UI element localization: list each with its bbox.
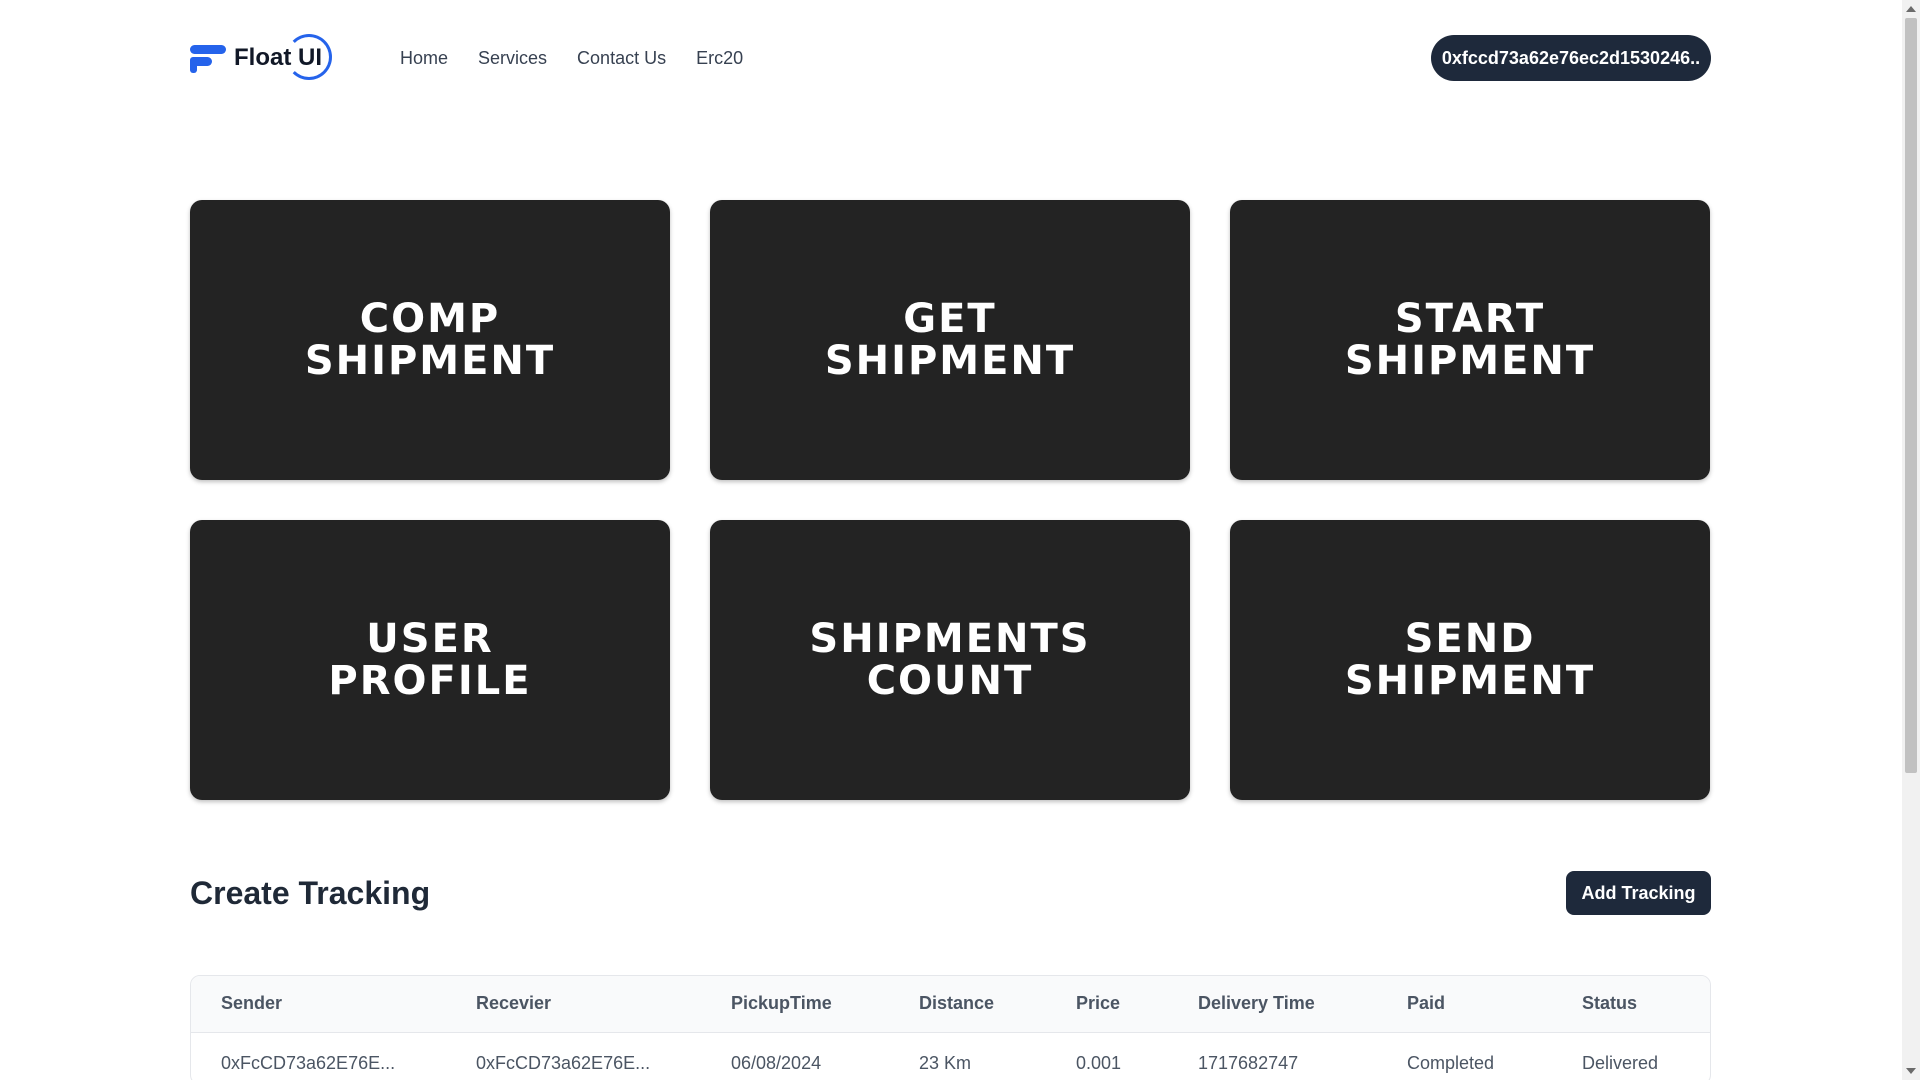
page: Float UI Home Services Contact Us Erc20 …	[0, 0, 1920, 1080]
arrow-down-icon[interactable]	[1906, 1068, 1916, 1074]
vertical-scrollbar[interactable]	[1902, 0, 1920, 1080]
card-title: COMP SHIPMENT	[304, 296, 556, 384]
start-shipment-card[interactable]: START SHIPMENT	[1230, 200, 1710, 480]
column-header: Recevier	[476, 993, 552, 1014]
nav-services-link[interactable]: Services	[478, 48, 547, 69]
get-shipment-card[interactable]: GET SHIPMENT	[710, 200, 1190, 480]
card-title: USER PROFILE	[328, 616, 532, 704]
tracking-header: Create Tracking Add Tracking	[190, 870, 1711, 916]
service-cards: COMP SHIPMENT GET SHIPMENT START SHIPMEN…	[190, 200, 1711, 800]
card-title: START SHIPMENT	[1344, 296, 1596, 384]
column-header: Distance	[919, 993, 995, 1014]
table-header-row: Sender Recevier PickupTime Distance Pric…	[191, 976, 1710, 1032]
cell-status: Delivered	[1582, 1052, 1659, 1073]
card-title: SEND SHIPMENT	[1344, 616, 1596, 704]
cell-receiver: 0xFcCD73a62E76E...	[476, 1052, 651, 1073]
comp-shipment-card[interactable]: COMP SHIPMENT	[190, 200, 670, 480]
column-header: Status	[1582, 993, 1638, 1014]
cell-delivery-time: 1717682747	[1198, 1052, 1299, 1073]
top-navbar: Float UI Home Services Contact Us Erc20 …	[190, 34, 1711, 81]
shipments-count-card[interactable]: SHIPMENTS COUNT	[710, 520, 1190, 800]
column-header: Paid	[1407, 993, 1446, 1014]
main-nav: Home Services Contact Us Erc20	[400, 48, 743, 69]
add-tracking-button[interactable]: Add Tracking	[1566, 871, 1711, 915]
arrow-up-icon[interactable]	[1906, 6, 1916, 12]
cell-price: 0.001	[1076, 1052, 1122, 1073]
wallet-address-button[interactable]: 0xfccd73a62e76ec2d1530246..	[1431, 35, 1711, 81]
cell-distance: 23 Km	[919, 1052, 972, 1073]
nav-home-link[interactable]: Home	[400, 48, 448, 69]
nav-contact-link[interactable]: Contact Us	[577, 48, 666, 69]
card-title: SHIPMENTS COUNT	[809, 616, 1091, 704]
nav-erc20-link[interactable]: Erc20	[696, 48, 743, 69]
float-ui-logo-icon	[190, 43, 226, 73]
table-row[interactable]: 0xFcCD73a62E76E... 0xFcCD73a62E76E... 06…	[191, 1032, 1710, 1080]
column-header: Price	[1076, 993, 1121, 1014]
cell-paid: Completed	[1407, 1052, 1495, 1073]
column-header: PickupTime	[731, 993, 832, 1014]
column-header: Delivery Time	[1198, 993, 1315, 1014]
section-title: Create Tracking	[190, 874, 431, 911]
scrollbar-thumb[interactable]	[1905, 18, 1917, 773]
user-profile-card[interactable]: USER PROFILE	[190, 520, 670, 800]
brand-name: Float UI	[234, 34, 332, 80]
brand-logo[interactable]: Float UI	[190, 34, 332, 81]
cell-sender: 0xFcCD73a62E76E...	[221, 1052, 396, 1073]
cell-pickup-time: 06/08/2024	[731, 1052, 822, 1073]
card-title: GET SHIPMENT	[824, 296, 1076, 384]
tracking-table: Sender Recevier PickupTime Distance Pric…	[190, 975, 1711, 1080]
send-shipment-card[interactable]: SEND SHIPMENT	[1230, 520, 1710, 800]
column-header: Sender	[221, 993, 283, 1014]
